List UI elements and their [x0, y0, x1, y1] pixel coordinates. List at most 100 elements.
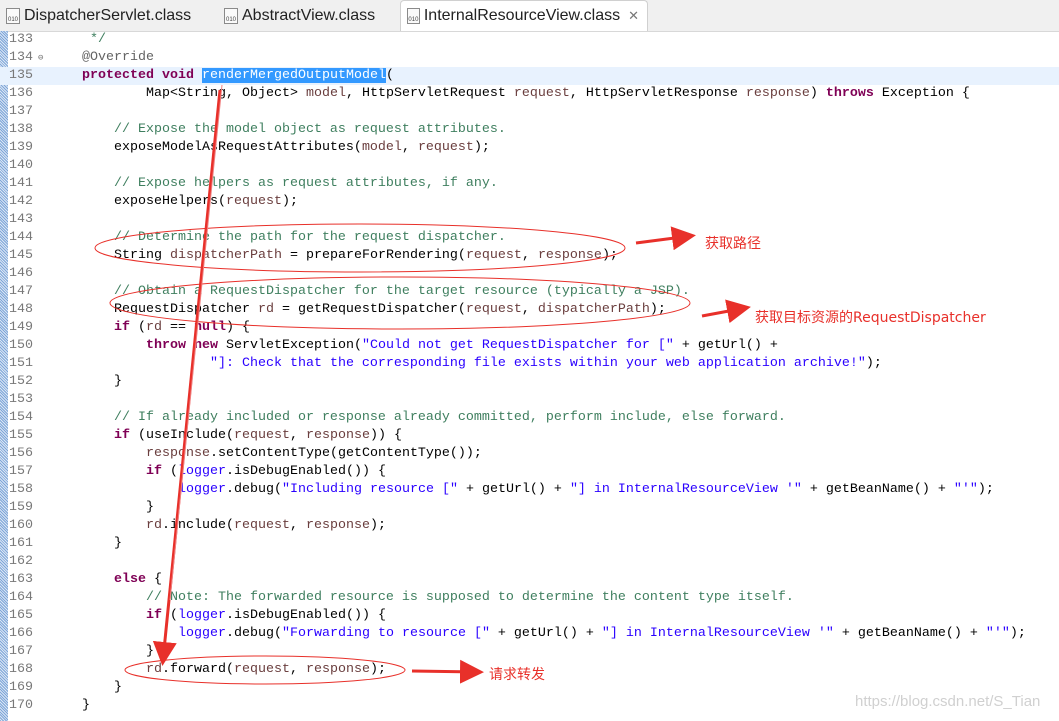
- code-line[interactable]: 167 }: [0, 643, 1059, 661]
- code-text: // Expose the model object as request at…: [50, 121, 506, 139]
- code-token: );: [977, 482, 994, 497]
- code-line[interactable]: 166 logger.debug("Forwarding to resource…: [0, 625, 1059, 643]
- code-line[interactable]: 150 throw new ServletException("Could no…: [0, 337, 1059, 355]
- code-token: (useInclude(: [130, 428, 234, 443]
- code-line[interactable]: 153: [0, 391, 1059, 409]
- code-token: Map<String, Object>: [50, 86, 306, 101]
- code-line[interactable]: 154 // If already included or response a…: [0, 409, 1059, 427]
- code-token: // Expose helpers as request attributes,…: [50, 176, 498, 191]
- code-line[interactable]: 157 if (logger.isDebugEnabled()) {: [0, 463, 1059, 481]
- code-token: response: [537, 248, 602, 263]
- code-token: logger: [177, 626, 226, 641]
- code-text: rd.include(request, response);: [50, 517, 386, 535]
- code-line[interactable]: 138 // Expose the model object as reques…: [0, 121, 1059, 139]
- code-line[interactable]: 151 "]: Check that the corresponding fil…: [0, 355, 1059, 373]
- code-token: throw: [145, 338, 186, 353]
- code-token: "'": [953, 482, 978, 497]
- code-token: request: [225, 194, 282, 209]
- code-token: RequestDispatcher: [50, 302, 258, 317]
- code-token: .debug(: [225, 482, 282, 497]
- code-line[interactable]: 145 String dispatcherPath = prepareForRe…: [0, 247, 1059, 265]
- code-token: "] in InternalResourceView '": [569, 482, 802, 497]
- code-line[interactable]: 147 // Obtain a RequestDispatcher for th…: [0, 283, 1059, 301]
- code-line[interactable]: 162: [0, 553, 1059, 571]
- code-line[interactable]: 152 }: [0, 373, 1059, 391]
- code-token: exposeHelpers(: [50, 194, 226, 209]
- line-number: 162: [9, 554, 33, 569]
- code-token: (: [161, 608, 178, 623]
- code-text: if (logger.isDebugEnabled()) {: [50, 463, 386, 481]
- line-number: 163: [9, 572, 33, 587]
- code-token: "Including resource [": [281, 482, 458, 497]
- code-token: @Override: [50, 50, 154, 65]
- fold-toggle-icon[interactable]: ⊖: [38, 49, 43, 67]
- line-number: 160: [9, 518, 33, 533]
- code-token: .debug(: [225, 626, 282, 641]
- code-line[interactable]: 146: [0, 265, 1059, 283]
- code-token: request: [513, 86, 570, 101]
- code-line[interactable]: 136 Map<String, Object> model, HttpServl…: [0, 85, 1059, 103]
- selected-text: renderMergedOutputModel: [201, 68, 386, 83]
- close-tab-icon[interactable]: ✕: [628, 8, 639, 24]
- code-token: + getBeanName() +: [833, 626, 986, 641]
- code-line[interactable]: 135 protected void renderMergedOutputMod…: [0, 67, 1059, 85]
- code-line[interactable]: 142 exposeHelpers(request);: [0, 193, 1059, 211]
- code-line[interactable]: 137: [0, 103, 1059, 121]
- code-line[interactable]: 155 if (useInclude(request, response)) {: [0, 427, 1059, 445]
- line-number: 161: [9, 536, 33, 551]
- code-token: if: [114, 320, 130, 335]
- code-text: String dispatcherPath = prepareForRender…: [50, 247, 618, 265]
- code-token: .isDebugEnabled()) {: [225, 464, 386, 479]
- code-token: "]: Check that the corresponding file ex…: [209, 356, 866, 371]
- code-line[interactable]: 163 else {: [0, 571, 1059, 589]
- code-token: request: [233, 518, 290, 533]
- code-line[interactable]: 164 // Note: The forwarded resource is s…: [0, 589, 1059, 607]
- code-text: if (rd == null) {: [50, 319, 250, 337]
- code-line[interactable]: 134 ⊖ @Override: [0, 49, 1059, 67]
- code-line[interactable]: 141 // Expose helpers as request attribu…: [0, 175, 1059, 193]
- annotation-get-path: 获取路径: [705, 236, 761, 252]
- code-line[interactable]: 158 logger.debug("Including resource [" …: [0, 481, 1059, 499]
- line-number: 140: [9, 158, 33, 173]
- code-token: );: [369, 518, 386, 533]
- code-token: {: [146, 572, 162, 587]
- code-token: + getUrl() +: [673, 338, 778, 353]
- code-token: logger: [177, 464, 226, 479]
- tab-internal-resource-view[interactable]: 010 InternalResourceView.class ✕: [400, 0, 648, 31]
- code-token: if: [145, 608, 162, 623]
- code-text: exposeModelAsRequestAttributes(model, re…: [50, 139, 490, 157]
- code-text: protected void renderMergedOutputModel(: [50, 67, 394, 85]
- code-line[interactable]: 161 }: [0, 535, 1059, 553]
- code-token: request: [417, 140, 474, 155]
- code-token: + getUrl() +: [457, 482, 570, 497]
- code-line[interactable]: 144 // Determine the path for the reques…: [0, 229, 1059, 247]
- class-file-icon: 010: [224, 8, 238, 24]
- code-token: ,: [521, 248, 538, 263]
- code-token: else: [114, 572, 146, 587]
- tab-abstract-view[interactable]: 010 AbstractView.class: [218, 2, 398, 30]
- code-token: // If already included or response alrea…: [50, 410, 786, 425]
- code-token: dispatcherPath: [537, 302, 650, 317]
- code-token: throws: [825, 86, 874, 101]
- code-line[interactable]: 160 rd.include(request, response);: [0, 517, 1059, 535]
- code-line[interactable]: 156 response.setContentType(getContentTy…: [0, 445, 1059, 463]
- code-line[interactable]: 143: [0, 211, 1059, 229]
- code-line[interactable]: 159 }: [0, 499, 1059, 517]
- code-text: logger.debug("Including resource [" + ge…: [50, 481, 994, 499]
- code-token: if: [145, 464, 162, 479]
- code-text: }: [50, 643, 154, 661]
- code-line[interactable]: 165 if (logger.isDebugEnabled()) {: [0, 607, 1059, 625]
- code-line[interactable]: 139 exposeModelAsRequestAttributes(model…: [0, 139, 1059, 157]
- code-token: );: [865, 356, 882, 371]
- code-line[interactable]: 133 */: [0, 31, 1059, 49]
- tab-dispatcher-servlet[interactable]: 010 DispatcherServlet.class: [0, 2, 215, 30]
- code-text: rd.forward(request, response);: [50, 661, 386, 679]
- code-token: String: [50, 248, 170, 263]
- line-number: 167: [9, 644, 33, 659]
- code-line[interactable]: 140: [0, 157, 1059, 175]
